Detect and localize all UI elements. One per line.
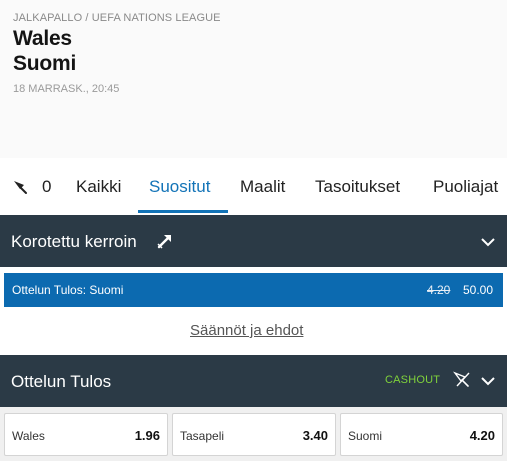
home-team-name: Wales (13, 27, 72, 50)
outcome-label: Suomi (348, 429, 383, 443)
boosted-odds-header[interactable]: Korotettu kerroin (0, 215, 507, 267)
boosted-odds-title: Korotettu kerroin (11, 232, 137, 251)
outcome-label: Tasapeli (180, 429, 225, 443)
boosted-new-odds: 50.00 (463, 283, 494, 297)
away-team-name: Suomi (13, 52, 77, 75)
boosted-selection[interactable]: Ottelun Tulos: Suomi 4.20 50.00 (4, 273, 503, 307)
odds-button-draw[interactable]: Tasapeli 3.40 (172, 413, 336, 456)
outcome-odds: 1.96 (134, 428, 160, 443)
pin-icon[interactable] (12, 178, 32, 198)
terms-link[interactable]: Säännöt ja ehdot (190, 322, 303, 339)
cashout-badge: CASHOUT (385, 374, 441, 386)
tab-maalit[interactable]: Maalit (240, 177, 285, 197)
tab-kaikki[interactable]: Kaikki (76, 177, 121, 197)
boost-arrow-icon (157, 235, 171, 249)
outcome-odds: 3.40 (302, 428, 328, 443)
chevron-down-icon[interactable] (479, 372, 497, 390)
match-result-title: Ottelun Tulos (11, 372, 112, 391)
pinned-tab-count[interactable]: 0 (42, 177, 51, 197)
tab-puoliajat[interactable]: Puoliajat (433, 177, 498, 197)
match-start-time: 18 MARRASK., 20:45 (13, 83, 120, 95)
chevron-down-icon[interactable] (479, 233, 497, 251)
unpin-icon[interactable] (453, 370, 473, 390)
active-tab-indicator (138, 210, 228, 213)
tab-suositut[interactable]: Suositut (149, 177, 210, 197)
match-result-header[interactable]: Ottelun Tulos CASHOUT (0, 355, 507, 407)
market-tabs: 0 Kaikki Suositut Maalit Tasoitukset Puo… (0, 160, 507, 214)
odds-button-wales[interactable]: Wales 1.96 (4, 413, 168, 456)
tab-tasoitukset[interactable]: Tasoitukset (315, 177, 400, 197)
breadcrumb[interactable]: JALKAPALLO / UEFA NATIONS LEAGUE (13, 12, 221, 24)
match-result-odds: Wales 1.96 Tasapeli 3.40 Suomi 4.20 (0, 407, 507, 461)
boosted-selection-label: Ottelun Tulos: Suomi (12, 283, 124, 297)
boosted-old-odds: 4.20 (427, 283, 451, 297)
outcome-odds: 4.20 (469, 428, 495, 443)
odds-button-suomi[interactable]: Suomi 4.20 (340, 413, 503, 456)
event-header: JALKAPALLO / UEFA NATIONS LEAGUE Wales S… (0, 0, 507, 158)
outcome-label: Wales (12, 429, 45, 443)
